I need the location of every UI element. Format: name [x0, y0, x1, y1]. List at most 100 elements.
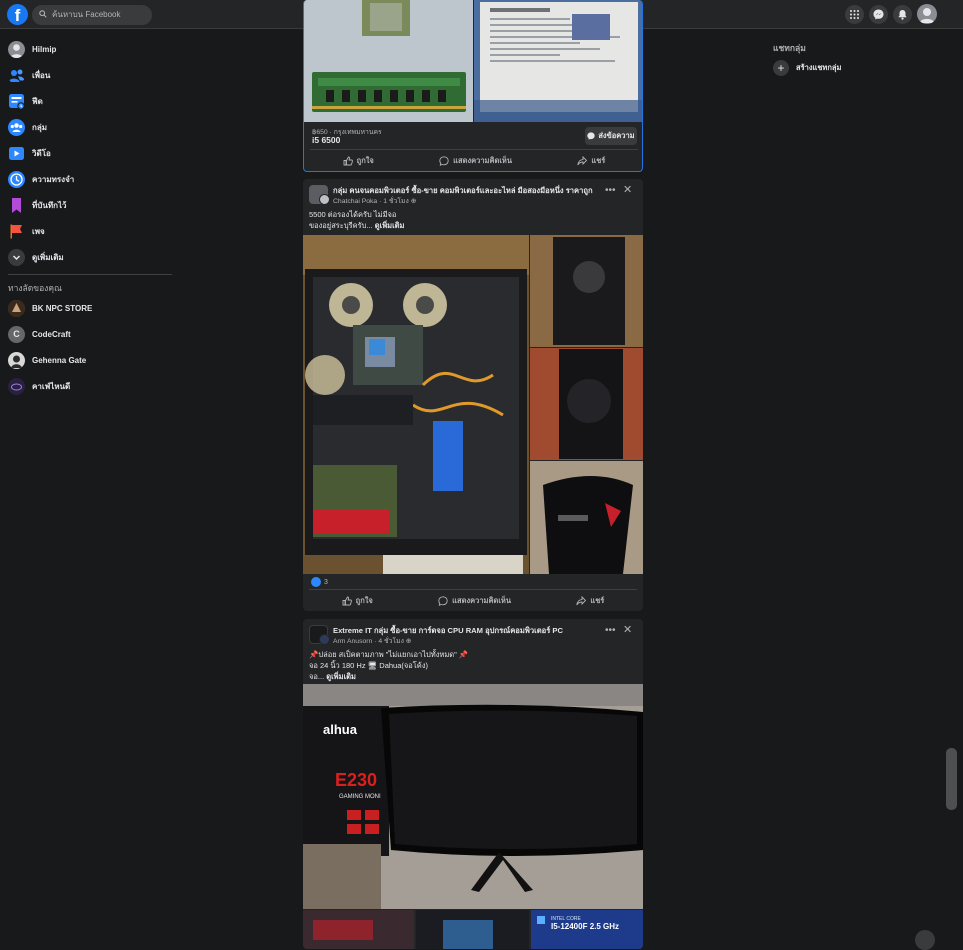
- sidebar-item-pages[interactable]: เพจ: [0, 218, 180, 244]
- sidebar-item-see-more[interactable]: ดูเพิ่มเติม: [0, 244, 180, 270]
- sidebar-item-memories[interactable]: ความทรงจำ: [0, 166, 180, 192]
- plus-icon: +: [773, 60, 789, 76]
- monitor-box-brand: alhua: [323, 722, 358, 737]
- comment-icon: [438, 596, 448, 606]
- more-options-icon[interactable]: •••: [605, 185, 616, 196]
- post-text-fragment: จอ...: [309, 672, 325, 681]
- see-more-link[interactable]: ดูเพิ่มเติม: [326, 672, 356, 681]
- sidebar-item-label: Hilmip: [32, 44, 57, 54]
- author-name[interactable]: Chatchai Poka: [333, 198, 377, 205]
- marketplace-photo[interactable]: [304, 0, 643, 122]
- sidebar-item-feed[interactable]: ฟีด: [0, 88, 180, 114]
- sidebar-item-saved[interactable]: ที่บันทึกไว้: [0, 192, 180, 218]
- author-name[interactable]: Arm Anusorn: [333, 638, 372, 645]
- shortcut-bk-npc-store[interactable]: BK NPC STORE: [0, 295, 180, 321]
- sidebar-divider: [8, 274, 172, 275]
- like-button[interactable]: ถูกใจ: [342, 595, 373, 607]
- post-photo-grid[interactable]: alhua E230 GAMING MONI INTEL CORE I5-124…: [303, 684, 643, 949]
- like-icon: [343, 156, 353, 166]
- share-button[interactable]: แชร์: [576, 595, 604, 607]
- menu-grid-icon: [850, 10, 859, 19]
- comment-button[interactable]: แสดงความคิดเห็น: [439, 155, 512, 167]
- sidebar-item-label: ความทรงจำ: [32, 174, 75, 184]
- post-header: Extreme IT กลุ่ม ซื้อ-ขาย การ์ดจอ CPU RA…: [303, 619, 643, 647]
- shortcut-gehenna-gate[interactable]: Gehenna Gate: [0, 347, 180, 373]
- action-divider: [309, 589, 637, 590]
- monitor-box-series: GAMING MONI: [339, 794, 381, 800]
- search-input[interactable]: ค้นหาบน Facebook: [32, 5, 152, 25]
- post-header: กลุ่ม คนจนคอมพิวเตอร์ ซื้อ-ขาย คอมพิวเตอ…: [303, 179, 643, 207]
- post-photo-grid[interactable]: [303, 235, 643, 574]
- search-placeholder: ค้นหาบน Facebook: [52, 10, 121, 19]
- reaction-count: 3: [324, 578, 328, 586]
- account-icon: [919, 8, 935, 23]
- shortcuts-header: ทางลัดของคุณ: [8, 283, 62, 293]
- shortcut-label: คาเฟ่ไหนดี: [32, 381, 71, 391]
- sidebar-item-video[interactable]: วิดีโอ: [0, 140, 180, 166]
- sidebar-item-label: วิดีโอ: [32, 148, 51, 158]
- like-label: ถูกใจ: [355, 596, 373, 605]
- shortcut-codecraft[interactable]: C CodeCraft: [0, 321, 180, 347]
- shortcut-avatar: [8, 377, 25, 395]
- account-avatar[interactable]: [917, 4, 937, 24]
- comment-label: แสดงความคิดเห็น: [453, 156, 513, 165]
- create-group-chat-button[interactable]: + สร้างแชทกลุ่ม: [773, 60, 841, 76]
- share-button[interactable]: แชร์: [577, 155, 605, 167]
- post-time[interactable]: 1 ชั่วโมง: [383, 198, 409, 205]
- facebook-logo[interactable]: f: [7, 4, 28, 25]
- sidebar-item-friends[interactable]: เพื่อน: [0, 62, 180, 88]
- share-icon: [577, 156, 588, 166]
- shortcut-label: Gehenna Gate: [32, 355, 87, 365]
- post-time[interactable]: 4 ชั่วโมง: [378, 638, 404, 645]
- like-button[interactable]: ถูกใจ: [343, 155, 374, 167]
- sidebar-item-groups[interactable]: กลุ่ม: [0, 114, 180, 140]
- shortcut-avatar: [8, 299, 25, 317]
- shortcut-cafe[interactable]: คาเฟ่ไหนดี: [0, 373, 180, 399]
- see-more-link[interactable]: ดูเพิ่มเติม: [375, 221, 405, 230]
- send-message-label: ส่งข้อความ: [598, 131, 635, 140]
- post-card: กลุ่ม คนจนคอมพิวเตอร์ ซื้อ-ขาย คอมพิวเตอ…: [303, 179, 643, 611]
- sidebar-item-profile[interactable]: Hilmip: [0, 36, 180, 62]
- bell-icon: [898, 10, 907, 20]
- sidebar-item-label: ที่บันทึกไว้: [32, 200, 67, 210]
- shortcut-avatar: [8, 351, 25, 369]
- comment-button[interactable]: แสดงความคิดเห็น: [438, 595, 511, 607]
- page-scrollbar[interactable]: [946, 748, 957, 810]
- marketplace-post-card[interactable]: ฿650 · กรุงเทพมหานคร i5 6500 ส่งข้อความ …: [303, 0, 643, 172]
- chevron-down-icon: [8, 248, 25, 266]
- monitor-box-model: E230: [335, 770, 377, 790]
- shortcut-label: CodeCraft: [32, 329, 71, 339]
- listing-title: i5 6500: [312, 135, 341, 145]
- sidebar-item-label: ดูเพิ่มเติม: [32, 252, 64, 262]
- sidebar-item-label: เพื่อน: [32, 70, 51, 80]
- post-text-line: จอ 24 นิ้ว 180 Hz 🖥 Dahua(จอโค้ง): [309, 661, 428, 670]
- author-avatar[interactable]: [319, 634, 330, 645]
- post-text-line: 📌ปล่อย สเป็คตามภาพ "ไม่แยกเอาไปทั้งหมด" …: [309, 650, 469, 659]
- notifications-button[interactable]: [893, 5, 912, 24]
- sidebar-item-label: ฟีด: [32, 96, 43, 106]
- action-divider: [310, 149, 638, 150]
- friends-icon: [8, 67, 25, 84]
- video-icon: [8, 145, 25, 162]
- messenger-icon: [587, 132, 595, 140]
- shortcut-avatar: C: [8, 325, 25, 343]
- close-icon[interactable]: ✕: [623, 623, 632, 636]
- send-message-button[interactable]: ส่งข้อความ: [585, 127, 637, 145]
- group-chats-title: แชทกลุ่ม: [773, 43, 806, 53]
- post-text-line: จอ... ดูเพิ่มเติม: [309, 671, 637, 682]
- post-text-line: 5500 ต่อรองได้ครับ ไม่มีจอ: [309, 210, 397, 219]
- post-meta: Chatchai Poka · 1 ชั่วโมง ⊕: [333, 195, 416, 206]
- reactions-summary[interactable]: 3: [311, 577, 328, 587]
- close-icon[interactable]: ✕: [623, 183, 632, 196]
- like-icon: [342, 596, 352, 606]
- more-options-icon[interactable]: •••: [605, 625, 616, 636]
- memories-icon: [8, 170, 25, 188]
- menu-button[interactable]: [845, 5, 864, 24]
- new-message-button[interactable]: [915, 930, 935, 950]
- shortcut-label: BK NPC STORE: [32, 303, 93, 313]
- search-icon: [39, 10, 47, 18]
- groups-icon: [8, 118, 25, 136]
- messenger-button[interactable]: [869, 5, 888, 24]
- post-text: 📌ปล่อย สเป็คตามภาพ "ไม่แยกเอาไปทั้งหมด" …: [303, 649, 643, 682]
- author-avatar[interactable]: [319, 194, 330, 205]
